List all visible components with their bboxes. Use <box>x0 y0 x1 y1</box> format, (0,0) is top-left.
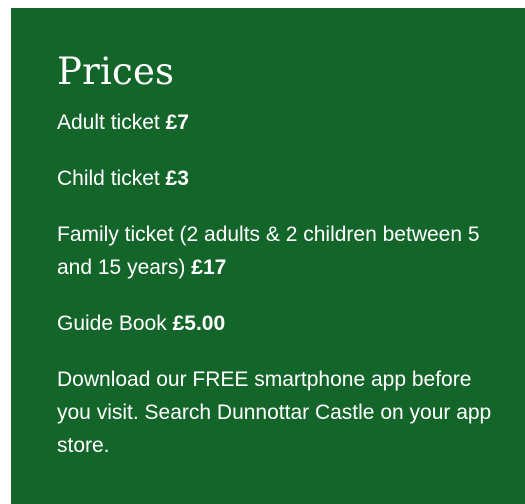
price-item-value: £7 <box>165 111 189 134</box>
price-item-value: £17 <box>191 256 227 279</box>
price-item-label: Child ticket <box>57 167 160 190</box>
app-download-note: Download our FREE smartphone app before … <box>57 368 492 457</box>
price-item-value: £3 <box>165 167 189 190</box>
price-item-label: Guide Book <box>57 312 167 335</box>
price-item-child: Child ticket £3 <box>57 162 505 195</box>
price-item-family: Family ticket (2 adults & 2 children bet… <box>57 218 505 284</box>
price-item-adult: Adult ticket £7 <box>57 106 505 139</box>
price-item-label: Adult ticket <box>57 111 160 134</box>
price-item-label: Family ticket (2 adults & 2 children bet… <box>57 223 480 279</box>
prices-panel: Prices Adult ticket £7 Child ticket £3 F… <box>11 8 525 504</box>
prices-title: Prices <box>57 50 175 93</box>
price-item-value: £5.00 <box>172 312 226 335</box>
price-item-guide-book: Guide Book £5.00 <box>57 307 505 340</box>
